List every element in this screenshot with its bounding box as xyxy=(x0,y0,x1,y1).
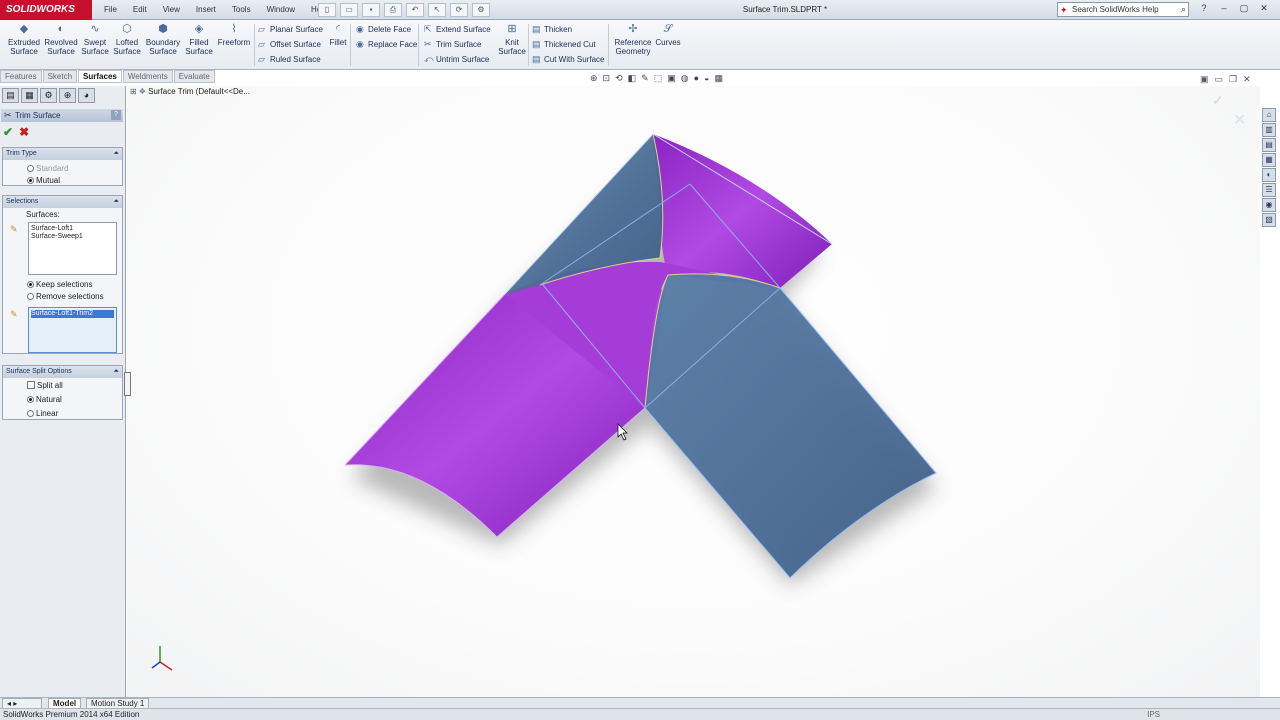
display-style-icon[interactable]: ▣ xyxy=(667,73,676,84)
mutual-radio[interactable]: Mutual xyxy=(27,176,60,186)
radio-dot xyxy=(27,396,34,403)
pieces-to-keep-listbox[interactable]: Surface-Loft1-Trim2 xyxy=(28,307,117,353)
section-view-icon[interactable]: ◧ xyxy=(628,73,637,84)
viewport-maximize-icon[interactable]: ❐ xyxy=(1229,74,1237,85)
radio-dot xyxy=(27,165,34,172)
solidworks-resources-icon[interactable]: ⌂ xyxy=(1262,108,1276,122)
ok-checkmark-icon[interactable]: ✔ xyxy=(3,126,13,138)
part-name: Surface Trim (Default<<De... xyxy=(148,87,250,96)
viewport-restore-icon[interactable]: ▣ xyxy=(1200,74,1209,85)
property-manager-icon[interactable]: ▦ xyxy=(21,88,38,103)
manager-tabs: ▤ ▦ ⚙ ⊕ ◕ xyxy=(2,88,95,103)
list-item[interactable]: Surface-Loft1-Trim2 xyxy=(31,310,114,318)
zoom-to-area-icon[interactable]: ⊡ xyxy=(603,73,611,84)
collapse-icon[interactable]: ⏶ xyxy=(113,148,119,160)
panel-splitter-handle[interactable] xyxy=(124,372,131,396)
viewport-minimize-icon[interactable]: ▭ xyxy=(1215,74,1224,85)
feature-tree-breadcrumb[interactable]: ⊞ ❖ Surface Trim (Default<<De... xyxy=(130,87,250,96)
property-manager-title: ✂ Trim Surface ? xyxy=(1,109,123,122)
title-label: Trim Surface xyxy=(15,111,61,120)
pieces-selection-icon: ✎ xyxy=(10,309,18,319)
radio-label: Keep selections xyxy=(36,280,93,289)
group-title: Trim Type xyxy=(6,150,37,157)
viewport-close-icon[interactable]: ✕ xyxy=(1243,74,1251,85)
surface-split-options-group: Surface Split Options ⏶ Split all Natura… xyxy=(2,365,123,420)
dimxpert-manager-icon[interactable]: ⊕ xyxy=(59,88,76,103)
natural-radio[interactable]: Natural xyxy=(27,395,62,405)
previous-view-icon[interactable]: ⟲ xyxy=(615,73,623,84)
collapse-icon[interactable]: ⏶ xyxy=(113,196,119,208)
standard-radio[interactable]: Standard xyxy=(27,164,68,174)
selections-group: Selections ⏶ Surfaces: ✎ Surface-Loft1 S… xyxy=(2,195,123,354)
edit-appearance-icon[interactable]: ● xyxy=(694,73,699,84)
surfaces-label: Surfaces: xyxy=(26,210,60,219)
bottom-tabs: ◂ ▸ Model Motion Study 1 xyxy=(0,697,1280,710)
checkbox-box xyxy=(27,381,35,389)
group-header[interactable]: Trim Type ⏶ xyxy=(3,148,122,160)
collapse-icon[interactable]: ⏶ xyxy=(113,366,119,378)
list-item[interactable]: Surface-Loft1 xyxy=(31,225,114,233)
status-bar: SolidWorks Premium 2014 x64 Edition IPS xyxy=(0,708,1280,720)
design-library-icon[interactable]: ▥ xyxy=(1262,123,1276,137)
display-manager-icon[interactable]: ◕ xyxy=(78,88,95,103)
radio-dot xyxy=(27,410,34,417)
radio-label: Linear xyxy=(36,409,59,418)
feature-manager-icon[interactable]: ▤ xyxy=(2,88,19,103)
confirmation-cancel-icon[interactable]: ✕ xyxy=(1233,110,1246,130)
custom-properties-icon[interactable]: ☰ xyxy=(1262,183,1276,197)
trim-surface-icon: ✂ xyxy=(4,110,12,120)
zoom-to-fit-icon[interactable]: ⊕ xyxy=(590,73,598,84)
part-icon: ❖ xyxy=(138,87,146,96)
keep-selections-radio[interactable]: Keep selections xyxy=(27,280,92,290)
radio-label: Natural xyxy=(36,395,62,404)
radio-label: Mutual xyxy=(36,176,61,185)
help-icon[interactable]: ? xyxy=(111,110,121,120)
file-explorer-icon[interactable]: ▤ xyxy=(1262,138,1276,152)
radio-dot xyxy=(27,281,34,288)
group-header[interactable]: Selections ⏶ xyxy=(3,196,122,208)
surfaces-listbox[interactable]: Surface-Loft1 Surface-Sweep1 xyxy=(28,222,117,275)
ok-cancel: ✔ ✖ xyxy=(3,126,29,138)
confirmation-ok-icon[interactable]: ✓ xyxy=(1212,92,1224,109)
radio-label: Remove selections xyxy=(36,292,104,301)
task-scheduler-icon[interactable]: ▧ xyxy=(1262,213,1276,227)
linear-radio[interactable]: Linear xyxy=(27,409,58,419)
units-indicator[interactable]: IPS xyxy=(1147,709,1160,720)
viewport-controls: ▣ ▭ ❐ ✕ xyxy=(1200,74,1251,85)
radio-dot xyxy=(27,177,34,184)
view-orientation-icon[interactable]: ⬚ xyxy=(654,73,663,84)
group-title: Surface Split Options xyxy=(6,368,72,375)
list-item[interactable]: Surface-Sweep1 xyxy=(31,233,114,241)
view-settings-icon[interactable]: ▦ xyxy=(714,73,723,84)
dynamic-annotation-icon[interactable]: ✎ xyxy=(641,73,649,84)
group-title: Selections xyxy=(6,198,39,205)
reference-triad xyxy=(151,646,173,671)
trim-type-group: Trim Type ⏶ Standard Mutual xyxy=(2,147,123,186)
radio-dot xyxy=(27,293,34,300)
x-axis xyxy=(159,661,173,671)
checkbox-label: Split all xyxy=(37,381,63,390)
view-palette-icon[interactable]: ▦ xyxy=(1262,153,1276,167)
surface-selection-icon: ✎ xyxy=(10,224,18,234)
hide-show-items-icon[interactable]: ◍ xyxy=(681,73,689,84)
appearances-icon[interactable]: ◐ xyxy=(1262,168,1276,182)
configuration-manager-icon[interactable]: ⚙ xyxy=(40,88,57,103)
property-manager-panel: ▤ ▦ ⚙ ⊕ ◕ ✂ Trim Surface ? ✔ ✖ Trim Type… xyxy=(0,86,126,698)
split-all-checkbox[interactable]: Split all xyxy=(27,381,63,391)
radio-label: Standard xyxy=(36,164,69,173)
task-pane-tabs: ⌂ ▥ ▤ ▦ ◐ ☰ ◉ ▧ xyxy=(1262,108,1280,227)
edition-label: SolidWorks Premium 2014 x64 Edition xyxy=(3,710,140,719)
apply-scene-icon[interactable]: ◒ xyxy=(704,73,709,84)
z-axis xyxy=(151,661,161,669)
group-header[interactable]: Surface Split Options ⏶ xyxy=(3,366,122,378)
heads-up-view-toolbar: ⊕ ⊡ ⟲ ◧ ✎ ⬚ ▣ ◍ ● ◒ ▦ xyxy=(590,73,723,84)
expand-icon[interactable]: ⊞ xyxy=(130,87,137,96)
forum-icon[interactable]: ◉ xyxy=(1262,198,1276,212)
remove-selections-radio[interactable]: Remove selections xyxy=(27,292,104,302)
model-view[interactable] xyxy=(0,0,1280,720)
cancel-x-icon[interactable]: ✖ xyxy=(19,126,29,138)
